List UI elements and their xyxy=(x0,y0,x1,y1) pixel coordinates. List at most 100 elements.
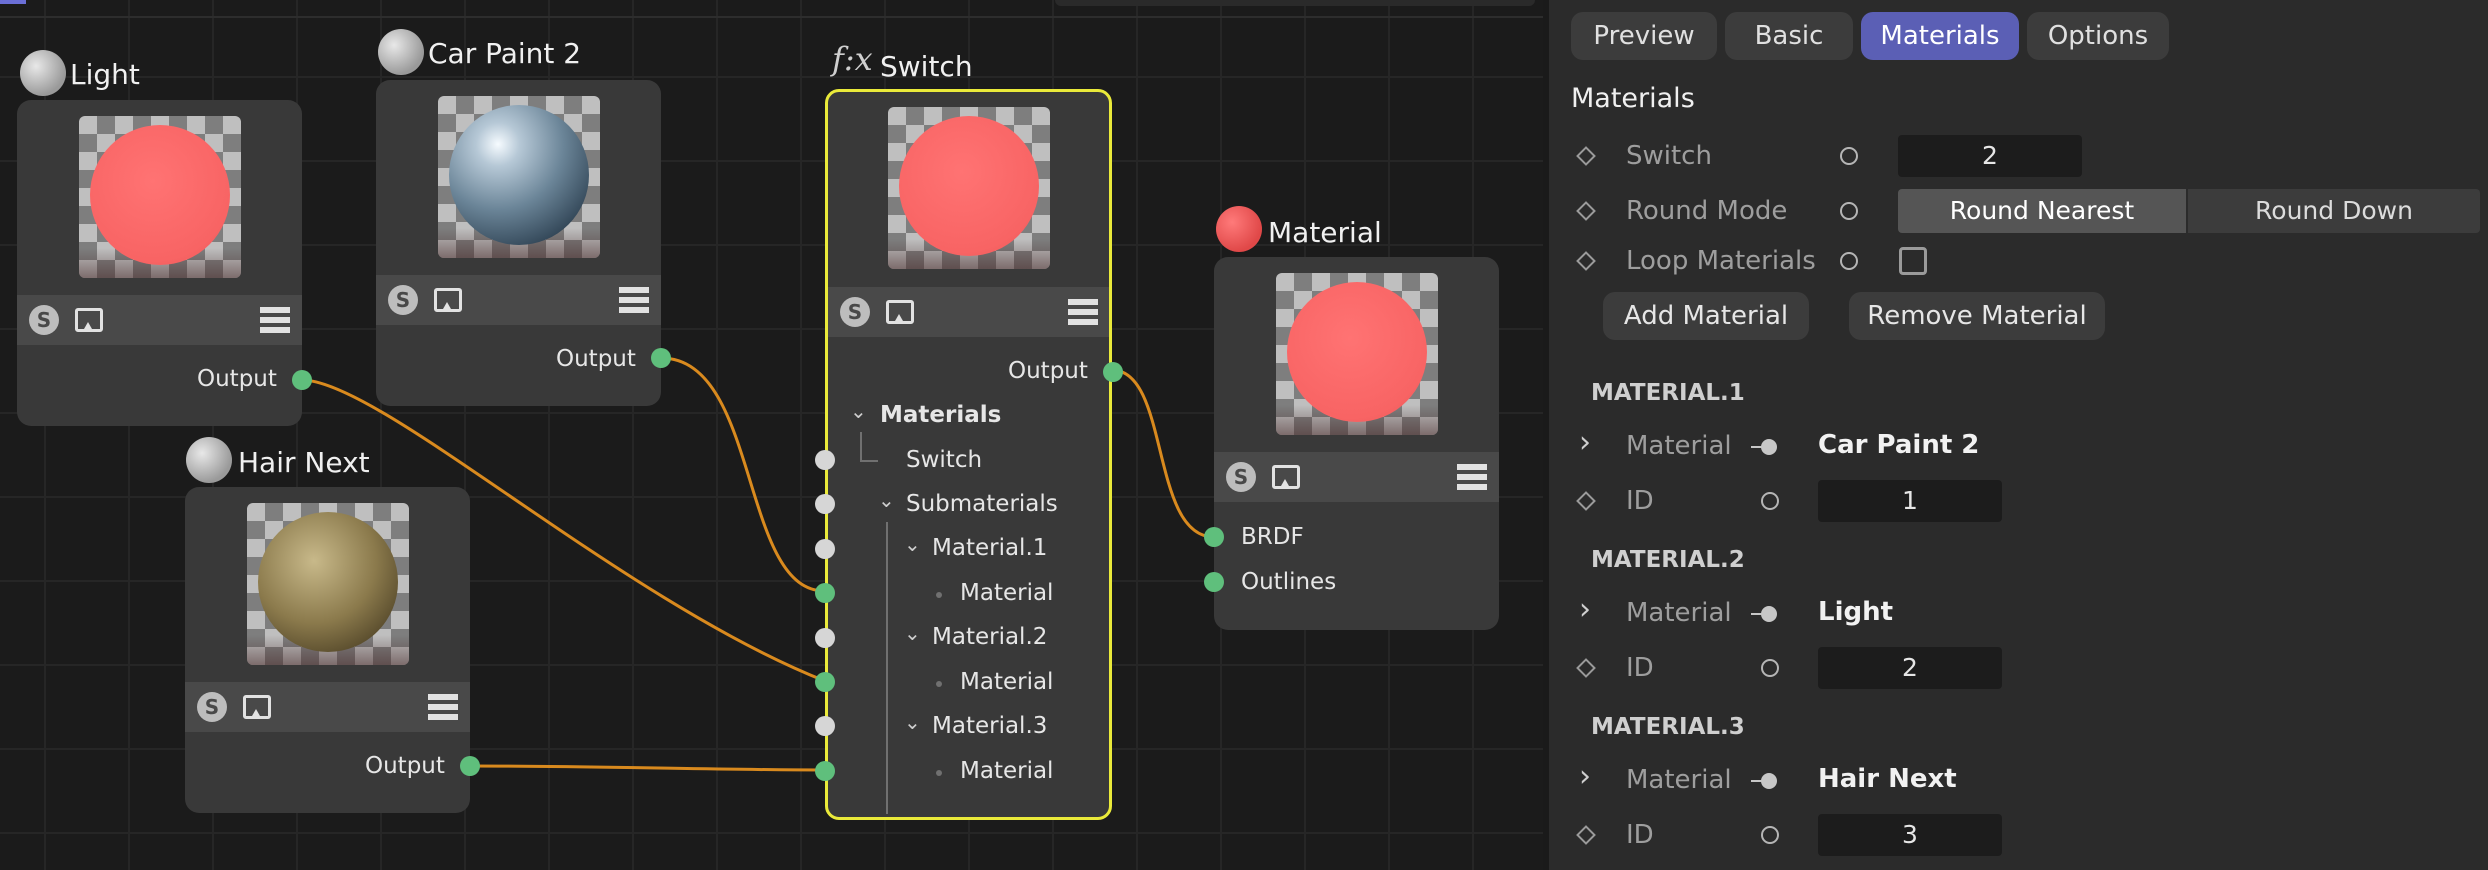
keyframe-diamond-icon[interactable] xyxy=(1576,491,1596,511)
input-port-outlines[interactable] xyxy=(1204,572,1224,592)
output-port[interactable] xyxy=(460,756,480,776)
port-switch: Switch xyxy=(906,447,983,473)
image-icon[interactable] xyxy=(886,300,914,324)
tab-options[interactable]: Options xyxy=(2027,12,2169,60)
menu-icon[interactable] xyxy=(1457,464,1487,490)
port-brdf: BRDF xyxy=(1241,524,1304,550)
chevron-down-icon[interactable]: ⌄ xyxy=(850,399,867,423)
add-material-button[interactable]: Add Material xyxy=(1603,292,1809,340)
input-port-material-2[interactable] xyxy=(815,672,835,692)
switch-node-body[interactable]: S Output ⌄ Materials Switch ⌄ Submateria… xyxy=(815,89,1123,820)
link-icon[interactable] xyxy=(1761,606,1777,622)
chevron-right-icon[interactable]: › xyxy=(1579,425,1591,460)
port-material-3: Material.3 xyxy=(932,713,1048,739)
material-3-link-value[interactable]: Hair Next xyxy=(1818,764,1957,794)
output-port[interactable] xyxy=(292,370,312,390)
keyframe-diamond-icon[interactable] xyxy=(1576,201,1596,221)
top-accent-bar xyxy=(0,0,26,4)
port-material-3-child: Material xyxy=(960,758,1054,784)
round-down-button[interactable]: Round Down xyxy=(2188,189,2480,233)
menu-icon[interactable] xyxy=(1068,299,1098,325)
tab-materials[interactable]: Materials xyxy=(1861,12,2019,60)
loop-materials-checkbox[interactable] xyxy=(1899,247,1927,275)
keyframe-diamond-icon[interactable] xyxy=(1576,146,1596,166)
node-title: Material xyxy=(1268,216,1382,249)
node-toolbar: S xyxy=(185,682,470,732)
node-toolbar: S xyxy=(376,275,661,325)
tab-basic[interactable]: Basic xyxy=(1725,12,1853,60)
tree-line xyxy=(860,432,878,462)
port-material-1: Material.1 xyxy=(932,535,1048,561)
material-1-link-value[interactable]: Car Paint 2 xyxy=(1818,430,1979,460)
s-icon[interactable]: S xyxy=(197,692,227,722)
tab-preview[interactable]: Preview xyxy=(1571,12,1717,60)
output-label: Output xyxy=(556,346,636,372)
output-port[interactable] xyxy=(1103,362,1123,382)
animate-ring-icon[interactable] xyxy=(1840,252,1858,270)
animate-ring-icon[interactable] xyxy=(1761,826,1779,844)
wire-switch-to-brdf xyxy=(1111,368,1215,539)
chevron-down-icon[interactable]: ⌄ xyxy=(904,532,921,556)
tree-dot xyxy=(936,592,942,598)
output-label: Output xyxy=(197,366,277,392)
tree-dot xyxy=(936,770,942,776)
keyframe-diamond-icon[interactable] xyxy=(1576,251,1596,271)
material-3-id-field[interactable]: 3 xyxy=(1818,814,2002,856)
input-port-submaterials[interactable] xyxy=(815,494,835,514)
output-port[interactable] xyxy=(651,348,671,368)
menu-icon[interactable] xyxy=(619,287,649,313)
material-2-id-field[interactable]: 2 xyxy=(1818,647,2002,689)
image-icon[interactable] xyxy=(243,695,271,719)
port-group-materials: Materials xyxy=(880,402,1002,428)
input-port-material-1-group[interactable] xyxy=(815,539,835,559)
input-port-material-3[interactable] xyxy=(815,761,835,781)
material-1-id-field[interactable]: 1 xyxy=(1818,480,2002,522)
input-port-switch[interactable] xyxy=(815,450,835,470)
input-port-material-3-group[interactable] xyxy=(815,716,835,736)
s-icon[interactable]: S xyxy=(1226,462,1256,492)
tree-dot xyxy=(936,681,942,687)
chevron-down-icon[interactable]: ⌄ xyxy=(904,621,921,645)
preview-thumbnail xyxy=(247,503,409,665)
input-port-material-1[interactable] xyxy=(815,583,835,603)
preview-thumbnail xyxy=(1276,273,1438,435)
link-icon[interactable] xyxy=(1761,439,1777,455)
node-title: Switch xyxy=(880,50,973,83)
input-port-brdf[interactable] xyxy=(1204,527,1224,547)
material-2-link-label: Material xyxy=(1626,598,1732,628)
image-icon[interactable] xyxy=(1272,465,1300,489)
wire-carpaint-to-material1 xyxy=(660,356,826,593)
chevron-down-icon[interactable]: ⌄ xyxy=(904,710,921,734)
output-label: Output xyxy=(1008,358,1088,384)
keyframe-diamond-icon[interactable] xyxy=(1576,658,1596,678)
animate-ring-icon[interactable] xyxy=(1761,659,1779,677)
loop-materials-label: Loop Materials xyxy=(1626,246,1816,276)
round-nearest-button[interactable]: Round Nearest xyxy=(1898,189,2186,233)
switch-value-field[interactable]: 2 xyxy=(1898,135,2082,177)
s-icon[interactable]: S xyxy=(840,297,870,327)
material-2-link-value[interactable]: Light xyxy=(1818,597,1893,627)
menu-icon[interactable] xyxy=(428,694,458,720)
chevron-right-icon[interactable]: › xyxy=(1579,759,1591,794)
image-icon[interactable] xyxy=(434,288,462,312)
input-port-material-2-group[interactable] xyxy=(815,628,835,648)
material-node-icon xyxy=(378,29,424,75)
animate-ring-icon[interactable] xyxy=(1761,492,1779,510)
remove-material-button[interactable]: Remove Material xyxy=(1849,292,2105,340)
chevron-right-icon[interactable]: › xyxy=(1579,592,1591,627)
material-3-header: MATERIAL.3 xyxy=(1591,714,1745,740)
node-editor[interactable]: Light S Output Car Paint 2 S Output Hair… xyxy=(0,0,1543,870)
s-icon[interactable]: S xyxy=(29,305,59,335)
menu-icon[interactable] xyxy=(260,307,290,333)
keyframe-diamond-icon[interactable] xyxy=(1576,825,1596,845)
s-icon[interactable]: S xyxy=(388,285,418,315)
switch-label: Switch xyxy=(1626,141,1712,171)
image-icon[interactable] xyxy=(75,308,103,332)
chevron-down-icon[interactable]: ⌄ xyxy=(878,488,895,512)
animate-ring-icon[interactable] xyxy=(1840,202,1858,220)
section-title: Materials xyxy=(1571,83,1695,114)
material-3-id-label: ID xyxy=(1626,820,1654,850)
link-icon[interactable] xyxy=(1761,773,1777,789)
node-title: Hair Next xyxy=(238,446,370,479)
animate-ring-icon[interactable] xyxy=(1840,147,1858,165)
